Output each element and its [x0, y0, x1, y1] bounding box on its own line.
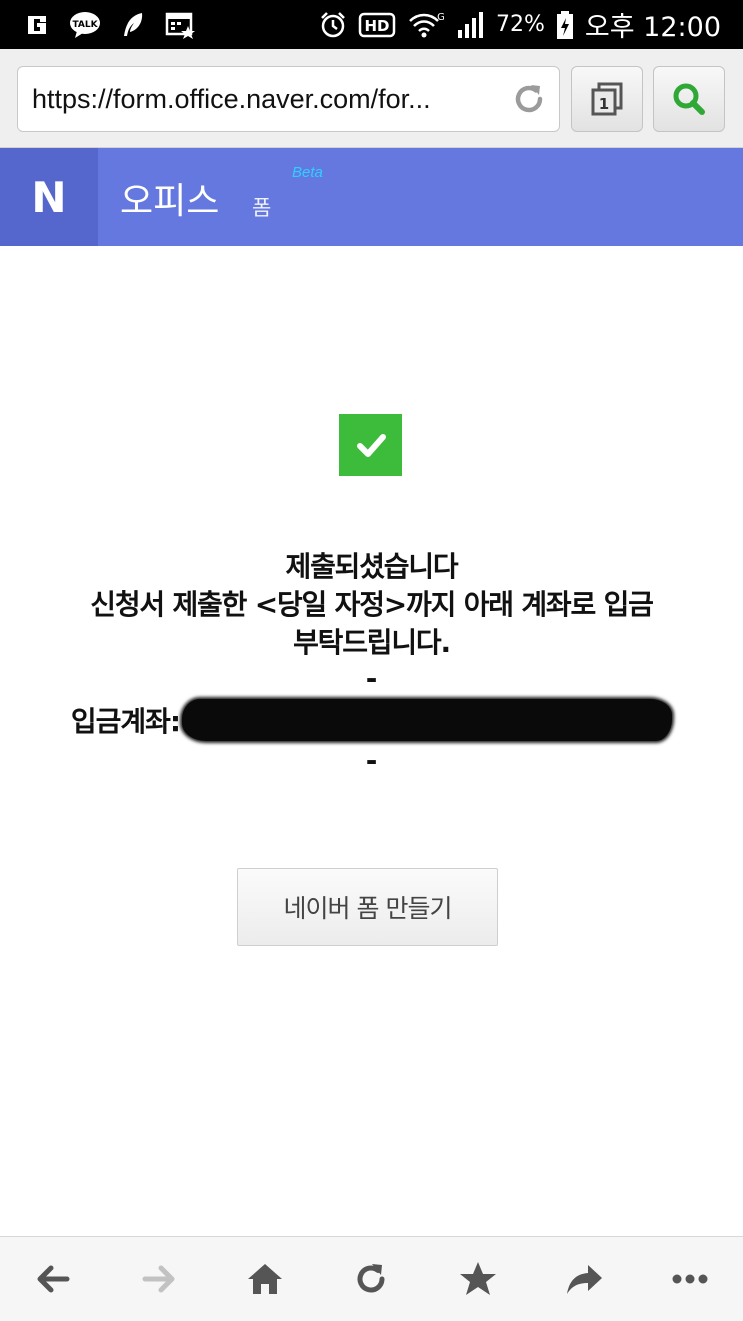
message-dash-1: - — [365, 662, 378, 695]
alarm-icon — [318, 10, 348, 40]
more-icon — [672, 1274, 708, 1284]
back-icon — [37, 1265, 70, 1293]
talk-icon: TALK — [68, 10, 102, 40]
tab-count: 1 — [599, 95, 609, 113]
message-line-3: 부탁드립니다. — [293, 626, 451, 659]
forward-button[interactable] — [114, 1244, 204, 1314]
home-button[interactable] — [220, 1244, 310, 1314]
share-button[interactable] — [539, 1244, 629, 1314]
status-bar: TALK HD G 72% 오후 12:00 — [0, 0, 743, 49]
address-reload-icon[interactable] — [499, 69, 559, 129]
tabs-icon: 1 — [591, 82, 623, 116]
browser-bottom-nav — [0, 1236, 743, 1321]
forward-icon — [142, 1265, 175, 1293]
svg-text:TALK: TALK — [72, 20, 98, 30]
reload-icon — [358, 1264, 385, 1293]
message-line-2: 신청서 제출한 <당일 자정>까지 아래 계좌로 입금 — [90, 588, 654, 621]
form-subtitle: 폼 — [252, 196, 272, 220]
back-button[interactable] — [8, 1244, 98, 1314]
status-right-icons: HD G 72% 오후 12:00 — [318, 5, 743, 44]
address-bar[interactable]: https://form.office.naver.com/for... — [17, 66, 560, 132]
success-check-icon — [339, 414, 402, 476]
feather-icon — [118, 10, 148, 40]
wifi-icon: G — [406, 10, 444, 40]
network-label: G — [437, 12, 444, 23]
submission-message: 제출되셨습니다 신청서 제출한 <당일 자정>까지 아래 계좌로 입금 부탁드립… — [0, 548, 743, 778]
browser-toolbar: https://form.office.naver.com/for... 1 — [0, 49, 743, 148]
battery-percent: 72% — [496, 12, 545, 37]
clock: 오후 12:00 — [584, 12, 721, 43]
search-button[interactable] — [653, 66, 725, 132]
account-label: 입금계좌: — [70, 705, 181, 738]
share-icon — [566, 1265, 602, 1294]
tabs-button[interactable]: 1 — [571, 66, 643, 132]
star-icon — [459, 1262, 496, 1295]
message-title: 제출되셨습니다 — [285, 550, 459, 583]
home-icon — [248, 1264, 283, 1294]
account-value-redacted — [182, 699, 673, 741]
office-title[interactable]: 오피스 — [120, 172, 219, 224]
g-icon — [22, 10, 52, 40]
naver-logo[interactable]: N — [0, 148, 98, 246]
hd-label: HD — [365, 17, 390, 35]
reload-button[interactable] — [326, 1244, 416, 1314]
url-text[interactable]: https://form.office.naver.com/for... — [18, 84, 499, 115]
hd-icon: HD — [358, 10, 396, 40]
beta-badge: Beta — [292, 164, 323, 181]
bookmark-button[interactable] — [433, 1244, 523, 1314]
more-button[interactable] — [645, 1244, 735, 1314]
make-naver-form-button[interactable]: 네이버 폼 만들기 — [237, 868, 498, 946]
naver-office-header: N 오피스 폼 Beta — [0, 148, 743, 246]
message-dash-2: - — [365, 744, 378, 777]
account-row: 입금계좌: — [0, 696, 743, 744]
battery-icon — [555, 10, 575, 40]
signal-icon — [454, 10, 486, 40]
calendar-icon — [164, 10, 196, 40]
status-left-icons: TALK — [0, 10, 196, 40]
search-icon — [673, 83, 705, 115]
